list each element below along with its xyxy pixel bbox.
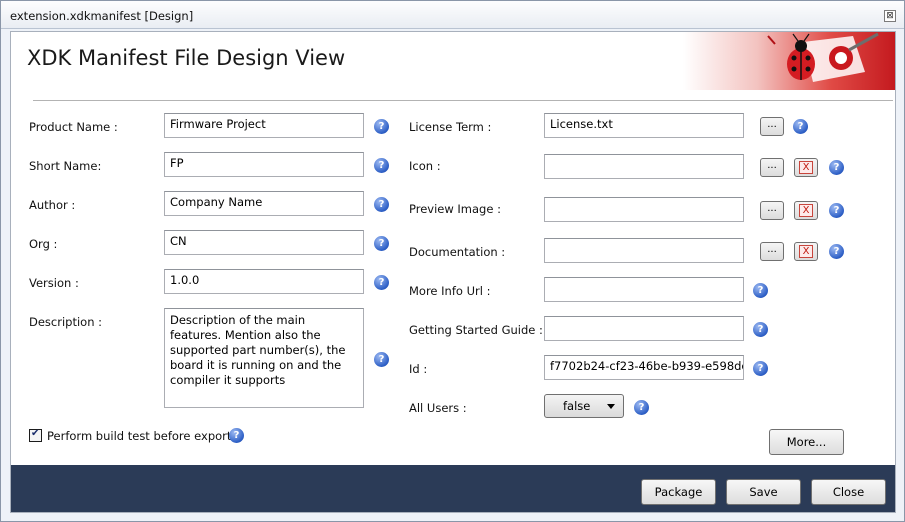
page-title: XDK Manifest File Design View — [27, 46, 346, 70]
preview-image-clear-button[interactable]: X — [794, 201, 818, 220]
all-users-value: false — [563, 399, 591, 413]
editor-window: extension.xdkmanifest [Design] ⊠ XDK Man… — [0, 0, 905, 522]
document-tab-bar: extension.xdkmanifest [Design] ⊠ — [1, 1, 904, 29]
getting-started-label: Getting Started Guide : — [409, 323, 543, 337]
help-icon[interactable]: ? — [374, 352, 389, 367]
description-field[interactable]: Description of the main features. Mentio… — [164, 308, 364, 408]
all-users-select[interactable]: false — [544, 394, 624, 418]
help-icon[interactable]: ? — [753, 361, 768, 376]
license-term-label: License Term : — [409, 120, 492, 134]
short-name-label: Short Name: — [29, 159, 102, 173]
product-name-field[interactable]: Firmware Project — [164, 113, 364, 138]
help-icon[interactable]: ? — [374, 197, 389, 212]
more-info-url-field[interactable] — [544, 277, 744, 302]
package-button[interactable]: Package — [641, 479, 716, 505]
description-label: Description : — [29, 315, 103, 329]
getting-started-field[interactable] — [544, 316, 744, 341]
product-name-label: Product Name : — [29, 120, 118, 134]
help-icon[interactable]: ? — [374, 236, 389, 251]
icon-label: Icon : — [409, 159, 441, 173]
all-users-label: All Users : — [409, 401, 467, 415]
license-term-field[interactable]: License.txt — [544, 113, 744, 138]
clear-icon: X — [799, 245, 813, 258]
save-button[interactable]: Save — [726, 479, 801, 505]
preview-image-label: Preview Image : — [409, 202, 501, 216]
id-label: Id : — [409, 362, 428, 376]
icon-clear-button[interactable]: X — [794, 158, 818, 177]
documentation-field[interactable] — [544, 238, 744, 263]
version-field[interactable]: 1.0.0 — [164, 269, 364, 294]
document-tab-title[interactable]: extension.xdkmanifest [Design] — [10, 9, 193, 23]
ladybug-banner-icon — [683, 32, 895, 90]
version-label: Version : — [29, 276, 79, 290]
help-icon[interactable]: ? — [753, 283, 768, 298]
help-icon[interactable]: ? — [829, 160, 844, 175]
close-button[interactable]: Close — [811, 479, 886, 505]
build-test-label: Perform build test before export — [47, 429, 232, 443]
more-info-url-label: More Info Url : — [409, 284, 491, 298]
help-icon[interactable]: ? — [753, 322, 768, 337]
chevron-down-icon — [607, 404, 615, 409]
author-field[interactable]: Company Name — [164, 191, 364, 216]
help-icon[interactable]: ? — [374, 119, 389, 134]
license-browse-button[interactable]: ... — [760, 117, 784, 136]
build-test-checkbox[interactable] — [29, 428, 42, 442]
more-button[interactable]: More... — [769, 429, 844, 455]
icon-browse-button[interactable]: ... — [760, 158, 784, 177]
id-field[interactable]: f7702b24-cf23-46be-b939-e598dcde1 — [544, 355, 744, 380]
help-icon[interactable]: ? — [793, 119, 808, 134]
documentation-label: Documentation : — [409, 245, 506, 259]
help-icon[interactable]: ? — [634, 400, 649, 415]
clear-icon: X — [799, 204, 813, 217]
documentation-clear-button[interactable]: X — [794, 242, 818, 261]
action-footer: Package Save Close — [11, 465, 895, 512]
short-name-field[interactable]: FP — [164, 152, 364, 177]
design-panel: XDK Manifest File Design View Product Na… — [10, 31, 896, 513]
header-divider — [33, 100, 893, 101]
org-label: Org : — [29, 237, 58, 251]
close-icon[interactable]: ⊠ — [884, 10, 896, 22]
clear-icon: X — [799, 161, 813, 174]
help-icon[interactable]: ? — [229, 428, 244, 443]
help-icon[interactable]: ? — [829, 203, 844, 218]
help-icon[interactable]: ? — [374, 158, 389, 173]
author-label: Author : — [29, 198, 76, 212]
org-field[interactable]: CN — [164, 230, 364, 255]
icon-field[interactable] — [544, 154, 744, 179]
documentation-browse-button[interactable]: ... — [760, 242, 784, 261]
preview-image-field[interactable] — [544, 197, 744, 222]
preview-image-browse-button[interactable]: ... — [760, 201, 784, 220]
help-icon[interactable]: ? — [374, 275, 389, 290]
help-icon[interactable]: ? — [829, 244, 844, 259]
